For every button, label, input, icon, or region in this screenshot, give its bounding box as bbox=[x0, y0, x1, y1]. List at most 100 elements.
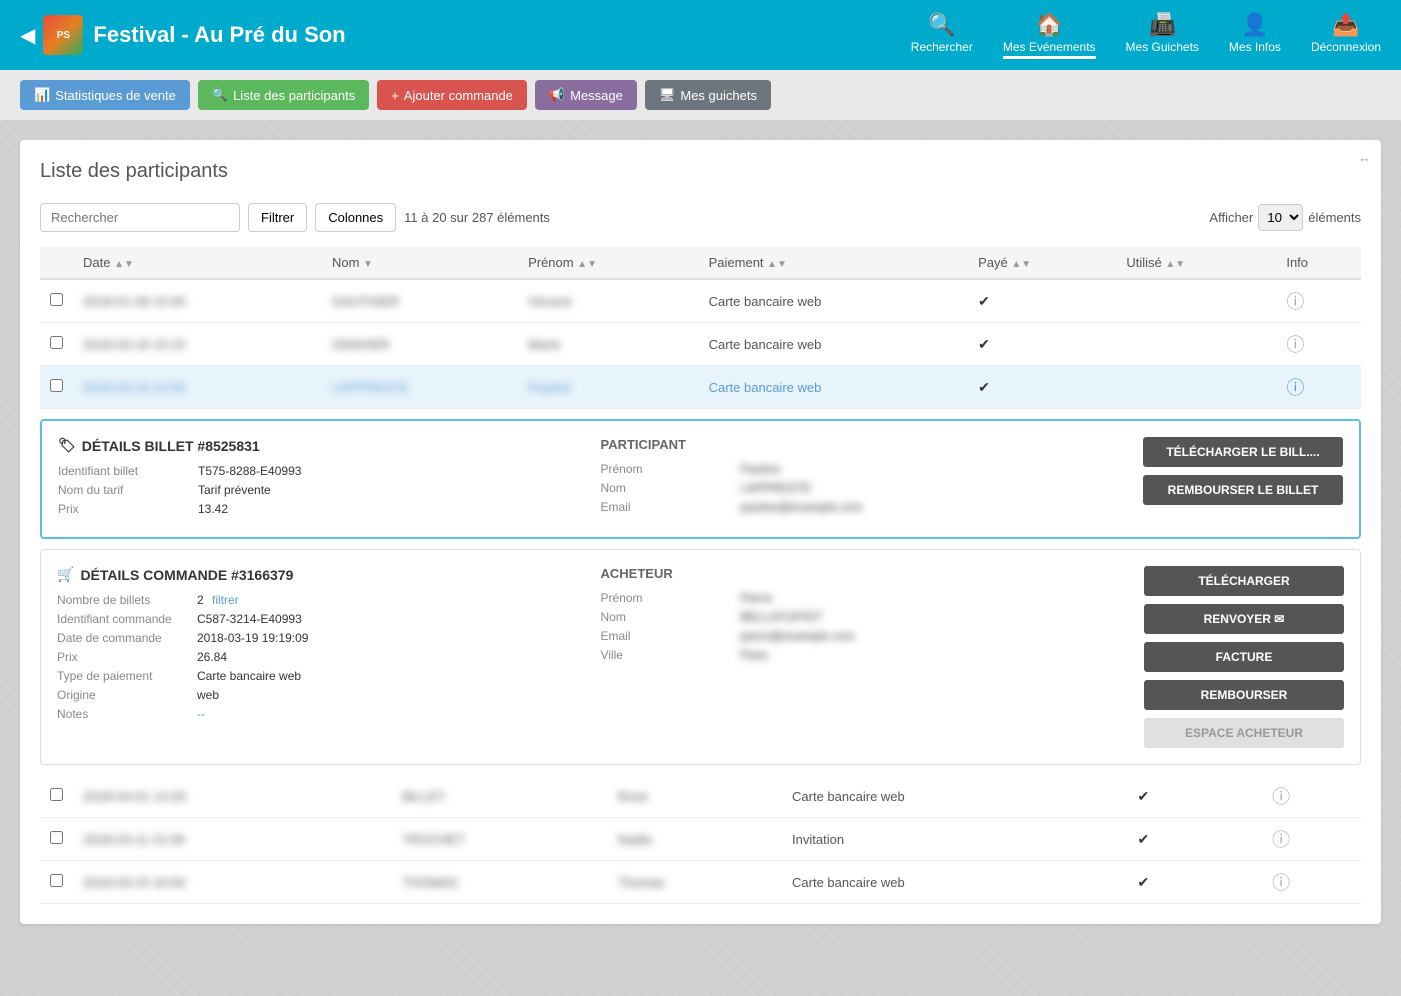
info-icon[interactable]: ⓘ bbox=[1272, 830, 1290, 850]
renvoyer-button[interactable]: RENVOYER ✉ bbox=[1144, 604, 1344, 634]
row-prenom: Pauline bbox=[518, 366, 699, 409]
acheteur-ville-label: Ville bbox=[601, 648, 731, 662]
participant-email: Email pauline@example.com bbox=[601, 500, 1124, 514]
participant-nom: Nom LAPPRESTE bbox=[601, 481, 1124, 495]
telecharger-billet-button[interactable]: TÉLÉCHARGER LE BILL.... bbox=[1143, 437, 1343, 467]
row-checkbox-cell[interactable] bbox=[40, 861, 73, 904]
row-checkbox[interactable] bbox=[50, 293, 63, 306]
sort-date-icon: ▲▼ bbox=[114, 259, 134, 270]
row-prenom: Marie bbox=[518, 323, 699, 366]
guichets-button[interactable]: 🖥 Mes guichets bbox=[645, 80, 771, 110]
row-date: 2018-03-11 21:09 bbox=[73, 818, 392, 861]
row-info[interactable]: ⓘ bbox=[1262, 775, 1361, 818]
commande-prix-value: 26.84 bbox=[197, 650, 227, 664]
paiement-link[interactable]: Carte bancaire web bbox=[709, 380, 822, 395]
row-info[interactable]: ⓘ bbox=[1262, 861, 1361, 904]
table-header: Date ▲▼ Nom ▼ Prénom ▲▼ Paiement ▲▼ Payé… bbox=[40, 247, 1361, 279]
participants-table-bottom: 2018-04-01 14:33 BILLET Rose Carte banca… bbox=[40, 775, 1361, 904]
row-info[interactable]: ⓘ bbox=[1276, 279, 1361, 323]
info-icon[interactable]: ⓘ bbox=[1286, 292, 1304, 312]
commande-field-date: Date de commande 2018-03-19 19:19:09 bbox=[57, 631, 581, 645]
billet-id-value: T575-8288-E40993 bbox=[198, 464, 301, 478]
row-checkbox-cell[interactable] bbox=[40, 323, 73, 366]
pagination-info: 11 à 20 sur 287 éléments bbox=[404, 210, 1201, 225]
message-button[interactable]: 📢 Message bbox=[535, 80, 637, 110]
nb-billets-label: Nombre de billets bbox=[57, 593, 187, 607]
th-date[interactable]: Date ▲▼ bbox=[73, 247, 322, 279]
commande-origine-label: Origine bbox=[57, 688, 187, 702]
nom-link[interactable]: LAPPRESTE bbox=[332, 380, 409, 395]
row-checkbox[interactable] bbox=[50, 788, 63, 801]
rembourser-button[interactable]: REMBOURSER bbox=[1144, 680, 1344, 710]
rembourser-billet-button[interactable]: REMBOURSER LE BILLET bbox=[1143, 475, 1343, 505]
billet-field-tarif: Nom du tarif Tarif prévente bbox=[58, 483, 581, 497]
row-utilise bbox=[1210, 861, 1262, 904]
stats-label: Statistiques de vente bbox=[55, 88, 176, 103]
table-body: 2018-01-09 15:40 GAUTHIER Vincent Carte … bbox=[40, 279, 1361, 409]
nav-rechercher[interactable]: 🔍 Rechercher bbox=[911, 12, 973, 59]
row-prenom: Nadia bbox=[608, 818, 782, 861]
nav-deconnexion[interactable]: 📤 Déconnexion bbox=[1311, 12, 1381, 59]
row-info[interactable]: ⓘ bbox=[1276, 323, 1361, 366]
th-utilise[interactable]: Utilisé ▲▼ bbox=[1116, 247, 1276, 279]
row-info[interactable]: ⓘ bbox=[1276, 366, 1361, 409]
notes-link[interactable]: -- bbox=[197, 707, 205, 721]
acheteur-section: ACHETEUR Prénom Pierre Nom BELLATUFFET E… bbox=[601, 566, 1125, 748]
acheteur-nom-value: BELLATUFFET bbox=[741, 610, 823, 624]
commande-field-prix: Prix 26.84 bbox=[57, 650, 581, 664]
prenom-link[interactable]: Pauline bbox=[528, 380, 571, 395]
nav-mes-infos[interactable]: 👤 Mes Infos bbox=[1229, 12, 1281, 59]
columns-button[interactable]: Colonnes bbox=[315, 203, 396, 232]
table-row-selected: 2018-03-19 10:55 LAPPRESTE Pauline Carte… bbox=[40, 366, 1361, 409]
th-checkbox bbox=[40, 247, 73, 279]
search-input[interactable] bbox=[40, 203, 240, 232]
row-checkbox-cell[interactable] bbox=[40, 818, 73, 861]
row-utilise bbox=[1116, 366, 1276, 409]
row-checkbox-cell[interactable] bbox=[40, 279, 73, 323]
facture-button[interactable]: FACTURE bbox=[1144, 642, 1344, 672]
row-paye: ✔ bbox=[968, 366, 1116, 409]
acheteur-email-label: Email bbox=[601, 629, 731, 643]
commande-date-value: 2018-03-19 19:19:09 bbox=[197, 631, 308, 645]
acheteur-title: ACHETEUR bbox=[601, 566, 1125, 581]
expand-icon[interactable]: ↔ bbox=[1358, 150, 1371, 165]
row-checkbox-cell[interactable] bbox=[40, 366, 73, 409]
commande-origine-value: web bbox=[197, 688, 219, 702]
logout-icon: 📤 bbox=[1332, 12, 1359, 38]
espace-acheteur-button[interactable]: ESPACE ACHETEUR bbox=[1144, 718, 1344, 748]
th-prenom[interactable]: Prénom ▲▼ bbox=[518, 247, 699, 279]
info-icon[interactable]: ⓘ bbox=[1272, 787, 1290, 807]
row-checkbox-cell[interactable] bbox=[40, 775, 73, 818]
th-paiement[interactable]: Paiement ▲▼ bbox=[699, 247, 968, 279]
back-button[interactable]: ◀ bbox=[20, 23, 35, 48]
stats-button[interactable]: 📊 Statistiques de vente bbox=[20, 80, 190, 110]
participants-table: Date ▲▼ Nom ▼ Prénom ▲▼ Paiement ▲▼ Payé… bbox=[40, 247, 1361, 409]
nav-mes-guichets[interactable]: 📠 Mes Guichets bbox=[1126, 12, 1199, 59]
filter-button[interactable]: Filtrer bbox=[248, 203, 307, 232]
row-paiement[interactable]: Carte bancaire web bbox=[699, 366, 968, 409]
telecharger-button[interactable]: TÉLÉCHARGER bbox=[1144, 566, 1344, 596]
row-checkbox[interactable] bbox=[50, 379, 63, 392]
filtrer-link[interactable]: filtrer bbox=[212, 593, 239, 607]
th-nom[interactable]: Nom ▼ bbox=[322, 247, 518, 279]
row-checkbox[interactable] bbox=[50, 336, 63, 349]
afficher-label: Afficher bbox=[1209, 210, 1253, 225]
participants-button[interactable]: 🔍 Liste des participants bbox=[198, 80, 369, 110]
row-checkbox[interactable] bbox=[50, 874, 63, 887]
row-checkbox[interactable] bbox=[50, 831, 63, 844]
commande-field-notes: Notes -- bbox=[57, 707, 581, 721]
th-paye[interactable]: Payé ▲▼ bbox=[968, 247, 1116, 279]
nav-mes-evenements[interactable]: 🏠 Mes Evénements bbox=[1003, 12, 1096, 59]
info-icon-active[interactable]: ⓘ bbox=[1286, 378, 1304, 398]
row-nom: TROCHET bbox=[392, 818, 608, 861]
nb-billets-value: 2 filtrer bbox=[197, 593, 239, 607]
commande-detail-title: 🛒 DÉTAILS COMMANDE #3166379 bbox=[57, 566, 581, 583]
row-utilise bbox=[1116, 323, 1276, 366]
info-icon[interactable]: ⓘ bbox=[1272, 873, 1290, 893]
info-icon[interactable]: ⓘ bbox=[1286, 335, 1304, 355]
row-nom: LAPPRESTE bbox=[322, 366, 518, 409]
add-commande-button[interactable]: + Ajouter commande bbox=[377, 80, 527, 110]
row-info[interactable]: ⓘ bbox=[1262, 818, 1361, 861]
commande-notes-value: -- bbox=[197, 707, 205, 721]
per-page-select[interactable]: 10 25 50 bbox=[1258, 204, 1303, 231]
